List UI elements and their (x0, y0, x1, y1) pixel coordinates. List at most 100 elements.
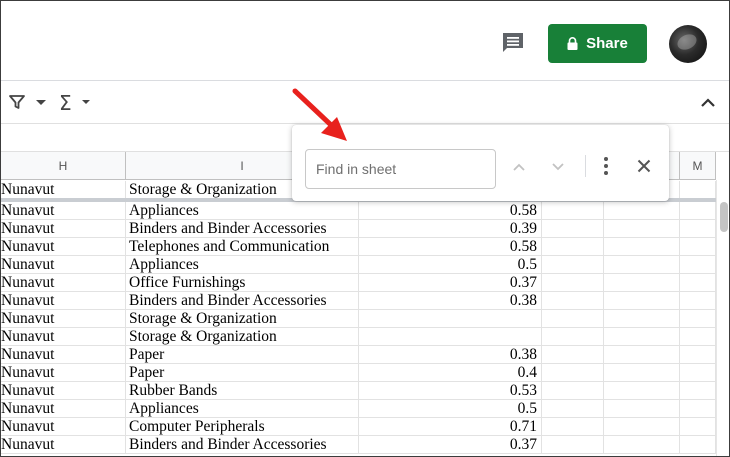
comment-icon[interactable] (501, 31, 525, 55)
chevron-up-icon[interactable] (512, 162, 526, 172)
cell-category[interactable]: Appliances (126, 202, 359, 220)
cell-empty[interactable] (542, 382, 604, 400)
cell-region[interactable]: Nunavut (1, 328, 126, 346)
cell-empty[interactable] (542, 436, 604, 454)
cell-category[interactable]: Telephones and Communication (126, 238, 359, 256)
cell-empty[interactable] (542, 400, 604, 418)
cell-empty[interactable] (604, 436, 680, 454)
cell-category[interactable]: Binders and Binder Accessories (126, 436, 359, 454)
cell-empty[interactable] (604, 238, 680, 256)
cell-category[interactable]: Appliances (126, 400, 359, 418)
cell-empty[interactable] (680, 346, 716, 364)
cell-region[interactable]: Nunavut (1, 418, 126, 436)
cell-empty[interactable] (604, 220, 680, 238)
cell-region[interactable]: Nunavut (1, 202, 126, 220)
cell-value[interactable]: 0.53 (359, 382, 542, 400)
cell-value[interactable] (359, 328, 542, 346)
chevron-down-icon[interactable] (551, 162, 565, 172)
cell-empty[interactable] (680, 436, 716, 454)
cell-empty[interactable] (680, 274, 716, 292)
cell-empty[interactable] (604, 310, 680, 328)
find-input[interactable] (305, 149, 496, 189)
cell-value[interactable]: 0.4 (359, 364, 542, 382)
cell-value[interactable]: 0.39 (359, 220, 542, 238)
cell-value[interactable]: 0.38 (359, 346, 542, 364)
cell-empty[interactable] (604, 346, 680, 364)
cell-empty[interactable] (680, 328, 716, 346)
column-header-h[interactable]: H (1, 152, 126, 180)
cell-empty[interactable] (680, 310, 716, 328)
cell-value[interactable]: 0.37 (359, 274, 542, 292)
cell-region[interactable]: Nunavut (1, 310, 126, 328)
cell-category[interactable]: Computer Peripherals (126, 418, 359, 436)
cell-region[interactable]: Nunavut (1, 181, 126, 199)
cell-empty[interactable] (604, 418, 680, 436)
cell-empty[interactable] (542, 220, 604, 238)
filter-dropdown-caret-icon[interactable] (36, 100, 46, 105)
cell-empty[interactable] (680, 382, 716, 400)
cell-value[interactable]: 0.58 (359, 238, 542, 256)
cell-empty[interactable] (604, 328, 680, 346)
cell-region[interactable]: Nunavut (1, 400, 126, 418)
cell-value[interactable]: 0.71 (359, 418, 542, 436)
cell-region[interactable]: Nunavut (1, 346, 126, 364)
cell-empty[interactable] (604, 382, 680, 400)
cell-empty[interactable] (680, 364, 716, 382)
vertical-scrollbar[interactable] (716, 180, 729, 456)
cell-value[interactable]: 0.5 (359, 256, 542, 274)
cell-empty[interactable] (542, 238, 604, 256)
cell-category[interactable]: Binders and Binder Accessories (126, 220, 359, 238)
column-header-m[interactable]: M (680, 152, 716, 180)
cell-value[interactable]: 0.5 (359, 400, 542, 418)
cell-region[interactable]: Nunavut (1, 436, 126, 454)
cell-region[interactable]: Nunavut (1, 274, 126, 292)
cell-empty[interactable] (680, 400, 716, 418)
cell-category[interactable]: Office Furnishings (126, 274, 359, 292)
chevron-up-icon[interactable] (700, 96, 716, 108)
avatar[interactable] (669, 25, 707, 63)
cell-empty[interactable] (604, 202, 680, 220)
cell-value[interactable]: 0.58 (359, 202, 542, 220)
cell-empty[interactable] (604, 274, 680, 292)
cell-category[interactable]: Binders and Binder Accessories (126, 292, 359, 310)
cell-empty[interactable] (680, 418, 716, 436)
filter-icon[interactable] (9, 94, 25, 110)
cell-empty[interactable] (542, 310, 604, 328)
cell-empty[interactable] (542, 274, 604, 292)
scrollbar-thumb[interactable] (720, 202, 728, 232)
cell-empty[interactable] (542, 292, 604, 310)
cell-empty[interactable] (542, 346, 604, 364)
cell-category[interactable]: Paper (126, 364, 359, 382)
share-button[interactable]: Share (548, 24, 647, 63)
cell-category[interactable]: Storage & Organization (126, 328, 359, 346)
cell-region[interactable]: Nunavut (1, 292, 126, 310)
cell-region[interactable]: Nunavut (1, 364, 126, 382)
cell-category[interactable]: Storage & Organization (126, 310, 359, 328)
cell-empty[interactable] (542, 202, 604, 220)
cell-value[interactable] (359, 310, 542, 328)
cell-category[interactable]: Appliances (126, 256, 359, 274)
cell-empty[interactable] (680, 238, 716, 256)
close-icon[interactable] (637, 159, 651, 173)
cell-empty[interactable] (542, 418, 604, 436)
more-vert-icon[interactable] (603, 156, 609, 176)
cell-empty[interactable] (680, 220, 716, 238)
cell-empty[interactable] (680, 181, 716, 199)
cell-empty[interactable] (542, 256, 604, 274)
cell-empty[interactable] (604, 400, 680, 418)
cell-empty[interactable] (680, 292, 716, 310)
cell-region[interactable]: Nunavut (1, 220, 126, 238)
cell-empty[interactable] (680, 202, 716, 220)
functions-dropdown-caret-icon[interactable] (82, 100, 90, 104)
cell-value[interactable]: 0.37 (359, 436, 542, 454)
functions-icon[interactable]: Σ (59, 91, 72, 115)
cell-region[interactable]: Nunavut (1, 238, 126, 256)
cell-empty[interactable] (604, 256, 680, 274)
cell-empty[interactable] (542, 364, 604, 382)
cell-empty[interactable] (604, 364, 680, 382)
cell-empty[interactable] (680, 256, 716, 274)
cell-empty[interactable] (542, 328, 604, 346)
cell-region[interactable]: Nunavut (1, 382, 126, 400)
cell-region[interactable]: Nunavut (1, 256, 126, 274)
cell-value[interactable]: 0.38 (359, 292, 542, 310)
